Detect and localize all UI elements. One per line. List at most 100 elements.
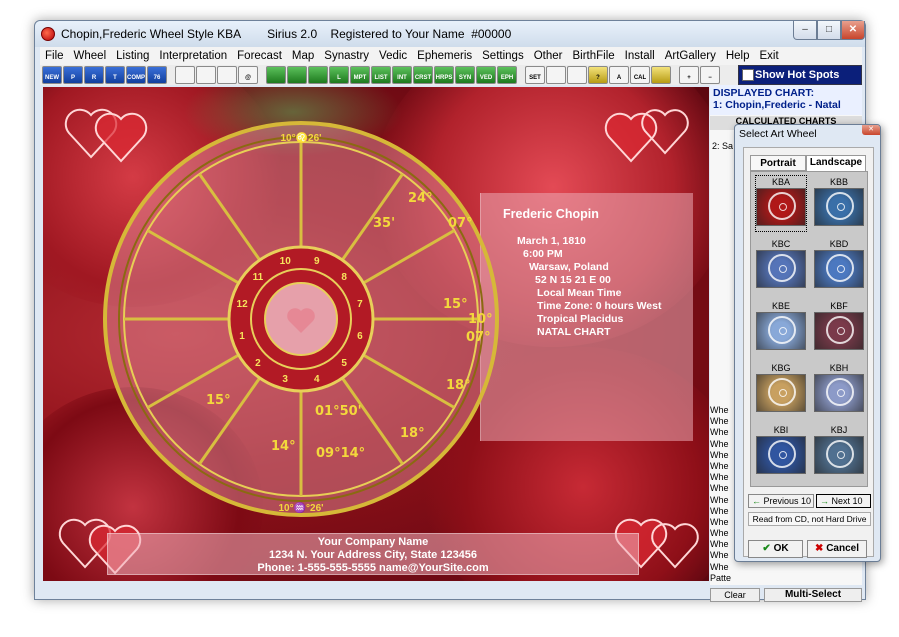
- thumbnail-image: [814, 250, 864, 288]
- toolbar-button-29[interactable]: +: [679, 66, 699, 84]
- toolbar-button-30[interactable]: −: [700, 66, 720, 84]
- thumbnail-image: [756, 188, 806, 226]
- select-art-wheel-dialog: Select Art Wheel ✕ Portrait Landscape KB…: [734, 124, 881, 562]
- toolbar-button-16[interactable]: INT: [392, 66, 412, 84]
- birth-time: 6:00 PM: [523, 248, 563, 260]
- menu-install[interactable]: Install: [620, 50, 660, 62]
- menu-exit[interactable]: Exit: [754, 50, 783, 62]
- wheel-thumbnail-kbe[interactable]: KBE: [756, 300, 806, 355]
- next-10-button[interactable]: → Next 10: [816, 494, 871, 508]
- toolbar-button-27[interactable]: CAL: [630, 66, 650, 84]
- toolbar-button-12[interactable]: [308, 66, 328, 84]
- menu-other[interactable]: Other: [529, 50, 568, 62]
- planet-degree-label: 15°: [206, 393, 231, 408]
- wheel-thumbnail-kbd[interactable]: KBD: [814, 238, 864, 293]
- wheel-thumbnail-kba[interactable]: KBA: [755, 175, 807, 232]
- toolbar-button-0[interactable]: NEW: [42, 66, 62, 84]
- menu-artgallery[interactable]: ArtGallery: [660, 50, 721, 62]
- menu-ephemeris[interactable]: Ephemeris: [412, 50, 477, 62]
- toolbar-button-2[interactable]: R: [84, 66, 104, 84]
- toolbar-button-23[interactable]: [546, 66, 566, 84]
- wheel-thumbnail-kbb[interactable]: KBB: [814, 176, 864, 231]
- native-name: Frederic Chopin: [503, 207, 599, 221]
- thumbnail-image: [814, 374, 864, 412]
- maximize-button[interactable]: □: [817, 21, 841, 40]
- chart-canvas[interactable]: Frederic Chopin March 1, 1810 6:00 PM Wa…: [43, 87, 709, 581]
- toolbar-button-20[interactable]: VED: [476, 66, 496, 84]
- house-number: 5: [341, 358, 347, 369]
- menu-map[interactable]: Map: [287, 50, 319, 62]
- close-button[interactable]: ✕: [841, 21, 865, 40]
- company-contact: Phone: 1-555-555-5555 name@YourSite.com: [257, 562, 489, 574]
- menu-vedic[interactable]: Vedic: [374, 50, 412, 62]
- menu-help[interactable]: Help: [721, 50, 755, 62]
- house-number: 10: [280, 256, 292, 267]
- previous-10-button[interactable]: ← Previous 10: [748, 494, 814, 508]
- wheel-thumbnail-kbg[interactable]: KBG: [756, 362, 806, 417]
- menu-file[interactable]: File: [40, 50, 69, 62]
- show-hot-spots-toggle[interactable]: Show Hot Spots: [738, 65, 862, 85]
- toolbar-button-22[interactable]: SET: [525, 66, 545, 84]
- astrology-wheel[interactable]: 123 456789101112 24°35' 07°15°10°07°18°18°…: [101, 119, 501, 519]
- toolbar-button-8[interactable]: [217, 66, 237, 84]
- toolbar-button-11[interactable]: [287, 66, 307, 84]
- cancel-button[interactable]: ✖ Cancel: [807, 540, 867, 558]
- menu-wheel[interactable]: Wheel: [69, 50, 112, 62]
- wheel-thumbnail-kbf[interactable]: KBF: [814, 300, 864, 355]
- tab-portrait[interactable]: Portrait: [750, 155, 806, 171]
- toolbar-button-9[interactable]: @: [238, 66, 258, 84]
- toolbar-button-13[interactable]: L: [329, 66, 349, 84]
- toolbar-button-5[interactable]: 76: [147, 66, 167, 84]
- dialog-close-button[interactable]: ✕: [862, 125, 880, 135]
- thumbnail-image: [756, 250, 806, 288]
- menu-listing[interactable]: Listing: [111, 50, 154, 62]
- company-info-box: Your Company Name 1234 N. Your Address C…: [107, 533, 639, 575]
- planet-degree-label: 24°: [408, 191, 433, 206]
- menu-forecast[interactable]: Forecast: [232, 50, 287, 62]
- menu-birthfile[interactable]: BirthFile: [567, 50, 619, 62]
- minimize-button[interactable]: –: [793, 21, 817, 40]
- tab-landscape[interactable]: Landscape: [806, 155, 866, 171]
- menu-interpretation[interactable]: Interpretation: [154, 50, 232, 62]
- menu-synastry[interactable]: Synastry: [319, 50, 374, 62]
- toolbar-button-1[interactable]: P: [63, 66, 83, 84]
- time-zone: Time Zone: 0 hours West: [537, 300, 662, 312]
- toolbar-button-7[interactable]: [196, 66, 216, 84]
- toolbar-button-10[interactable]: [266, 66, 286, 84]
- house-number: 8: [341, 272, 347, 283]
- toolbar-button-28[interactable]: [651, 66, 671, 84]
- ic-label: 10°♒°26': [278, 501, 323, 514]
- toolbar-button-19[interactable]: SYN: [455, 66, 475, 84]
- chart-type: NATAL CHART: [537, 326, 611, 338]
- toolbar-button-17[interactable]: CRST: [413, 66, 433, 84]
- toolbar-button-14[interactable]: MPT: [350, 66, 370, 84]
- toolbar-button-3[interactable]: T: [105, 66, 125, 84]
- clear-button[interactable]: Clear: [710, 588, 760, 602]
- thumbnail-image: [814, 188, 864, 226]
- toolbar-button-6[interactable]: [175, 66, 195, 84]
- toolbar-button-25[interactable]: ?: [588, 66, 608, 84]
- hot-spots-checkbox[interactable]: [742, 69, 754, 81]
- calculated-chart-item[interactable]: 2: Sa: [712, 141, 733, 151]
- list-item[interactable]: Whe: [710, 562, 740, 573]
- wheel-thumbnail-kbh[interactable]: KBH: [814, 362, 864, 417]
- house-number: 9: [314, 256, 320, 267]
- wheel-thumbnail-kbj[interactable]: KBJ: [814, 424, 864, 479]
- read-from-cd-button[interactable]: Read from CD, not Hard Drive: [748, 512, 871, 526]
- thumbnail-label: KBI: [773, 425, 789, 435]
- list-item[interactable]: Patte: [710, 573, 740, 581]
- ok-button[interactable]: ✔ OK: [748, 540, 803, 558]
- wheel-thumbnail-kbi[interactable]: KBI: [756, 424, 806, 479]
- toolbar-button-4[interactable]: COMP: [126, 66, 146, 84]
- toolbar-button-18[interactable]: HRPS: [434, 66, 454, 84]
- toolbar-button-26[interactable]: A: [609, 66, 629, 84]
- menu-settings[interactable]: Settings: [477, 50, 529, 62]
- toolbar-button-21[interactable]: EPH: [497, 66, 517, 84]
- wheel-thumbnail-kbc[interactable]: KBC: [756, 238, 806, 293]
- hot-spots-label: Show Hot Spots: [755, 69, 840, 81]
- title-bar[interactable]: Chopin,Frederic Wheel Style KBA Sirius 2…: [35, 21, 865, 47]
- toolbar-button-15[interactable]: LIST: [371, 66, 391, 84]
- displayed-chart-value[interactable]: 1: Chopin,Frederic - Natal: [713, 99, 859, 111]
- multi-select-button[interactable]: Multi-Select: [764, 588, 862, 602]
- toolbar-button-24[interactable]: [567, 66, 587, 84]
